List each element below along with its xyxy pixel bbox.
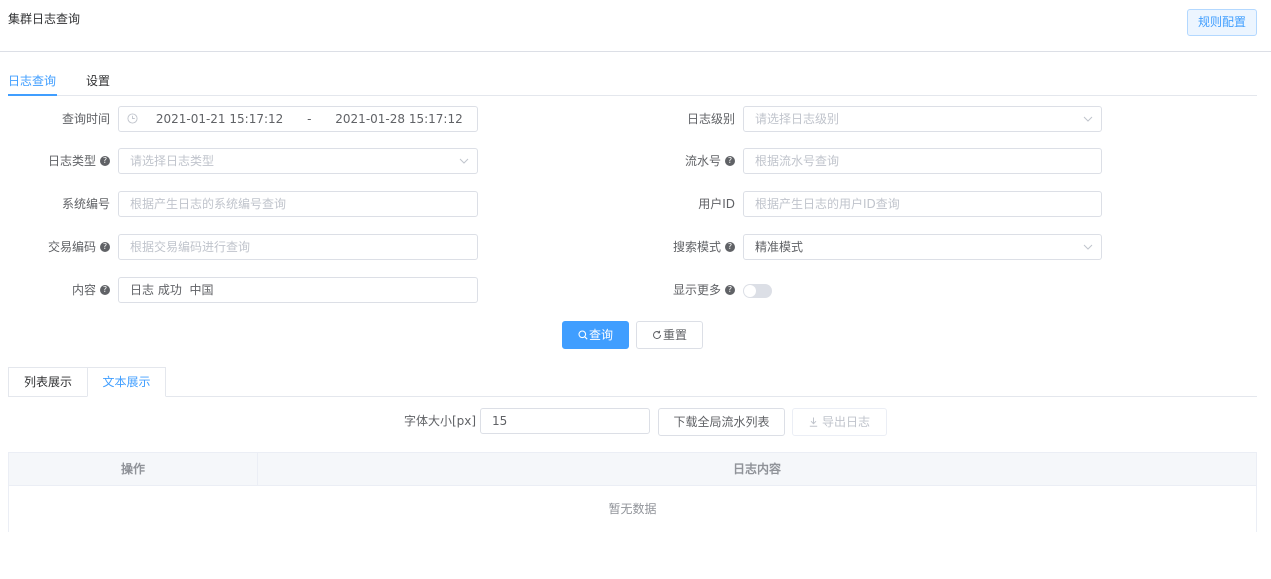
view-tabs: 列表展示 文本展示 [8,367,1257,397]
content-input[interactable]: 日志 成功 中国 [118,277,478,303]
chevron-down-icon [1083,107,1093,122]
trade-code-input[interactable]: 根据交易编码进行查询 [118,234,478,260]
tab-list-view[interactable]: 列表展示 [8,367,88,397]
refresh-icon [652,323,662,349]
query-button[interactable]: 查询 [562,321,629,349]
clock-icon [127,108,138,132]
download-icon [809,410,818,436]
tab-settings[interactable]: 设置 [86,72,110,89]
table-header: 操作 日志内容 [9,453,1256,486]
font-size-input[interactable]: 15 [480,408,650,434]
export-log-button[interactable]: 导出日志 [792,408,887,436]
help-icon[interactable]: ? [725,284,735,295]
tab-log-query[interactable]: 日志查询 [8,72,56,89]
help-icon[interactable]: ? [100,155,110,166]
help-icon[interactable]: ? [100,241,110,252]
page-header: 集群日志查询 规则配置 [0,0,1271,52]
query-time-range-picker[interactable]: 2021-01-21 15:17:12 - 2021-01-28 15:17:1… [118,106,478,132]
serial-no-input[interactable]: 根据流水号查询 [743,148,1102,174]
chevron-down-icon [459,149,469,164]
end-time[interactable]: 2021-01-28 15:17:12 [335,112,462,126]
active-tab-indicator [8,94,57,96]
empty-state-text: 暂无数据 [608,502,657,516]
chevron-down-icon [1083,235,1093,250]
log-table: 操作 日志内容 暂无数据 [8,452,1257,532]
search-mode-label: 搜索模式? [625,234,735,260]
range-separator: - [307,112,312,126]
download-serial-list-button[interactable]: 下载全局流水列表 [658,408,785,436]
column-header-actions: 操作 [9,453,258,486]
help-icon[interactable]: ? [725,155,735,166]
help-icon[interactable]: ? [725,241,735,252]
log-type-label: 日志类型? [0,148,110,174]
log-level-label: 日志级别 [686,112,735,126]
user-id-label: 用户ID [698,197,735,211]
page-title: 集群日志查询 [8,12,81,26]
log-type-select[interactable]: 请选择日志类型 [118,148,478,174]
trade-code-label: 交易编码? [0,234,110,260]
query-time-label: 查询时间 [61,112,110,126]
system-code-input[interactable]: 根据产生日志的系统编号查询 [118,191,478,217]
search-icon [578,323,588,349]
search-mode-select[interactable]: 精准模式 [743,234,1102,260]
tab-text-view[interactable]: 文本展示 [87,367,166,397]
show-more-label: 显示更多? [625,277,735,303]
serial-no-label: 流水号? [625,148,735,174]
content-label: 内容? [0,277,110,303]
font-size-label: 字体大小[px] [404,414,477,428]
user-id-input[interactable]: 根据产生日志的用户ID查询 [743,191,1102,217]
rule-config-button[interactable]: 规则配置 [1186,9,1257,36]
log-level-select[interactable]: 请选择日志级别 [743,106,1102,132]
reset-button[interactable]: 重置 [636,321,703,349]
show-more-switch[interactable] [743,284,772,298]
help-icon[interactable]: ? [100,284,110,295]
column-header-log-content: 日志内容 [732,462,781,476]
start-time[interactable]: 2021-01-21 15:17:12 [156,112,283,126]
system-code-label: 系统编号 [61,197,110,211]
main-tabs: 日志查询 设置 [8,64,1257,96]
